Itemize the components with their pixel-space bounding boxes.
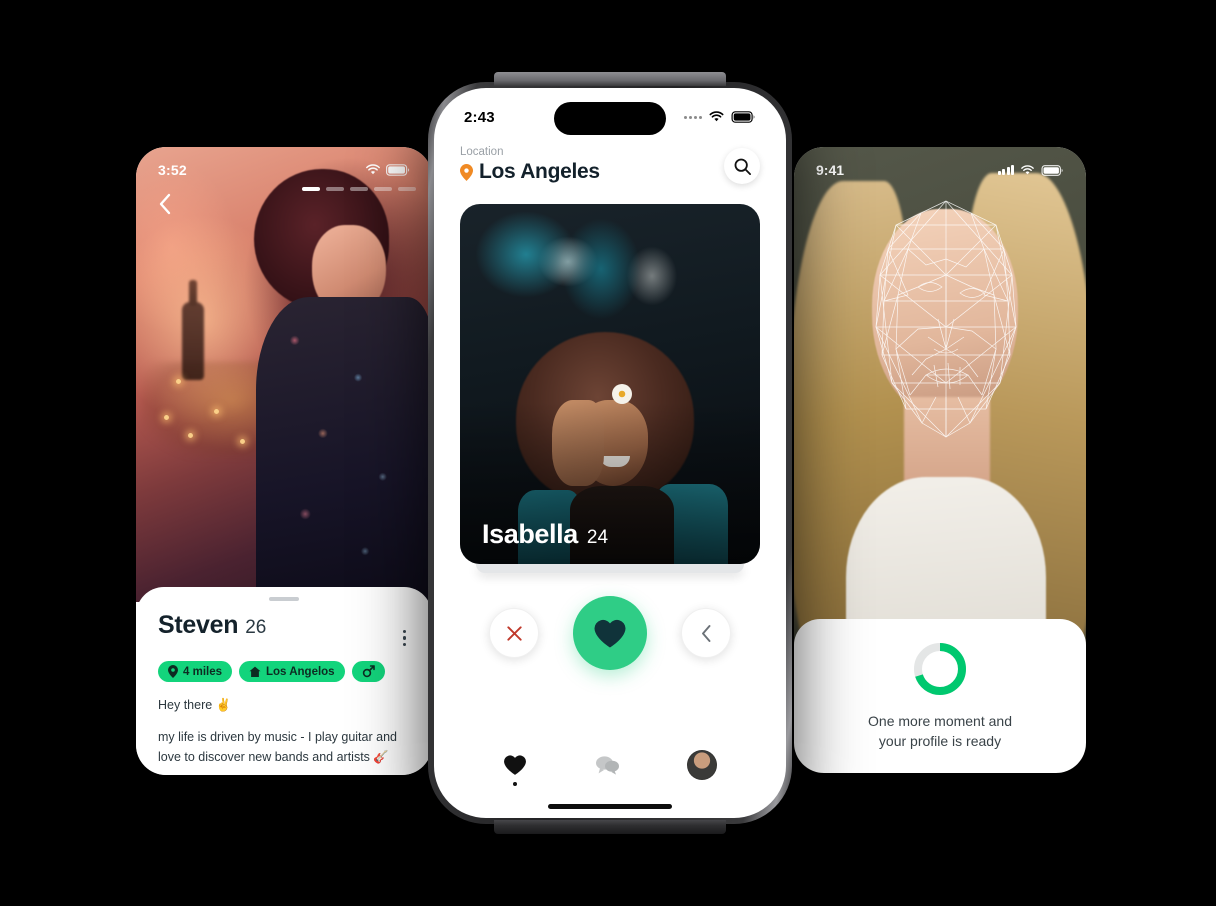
- wifi-icon: [366, 164, 380, 175]
- photo-subject-shirt: [256, 297, 432, 607]
- rewind-button[interactable]: [681, 608, 731, 658]
- segment-2[interactable]: [326, 187, 344, 191]
- photo-bokeh: [214, 409, 219, 414]
- left-profile-photo: [136, 147, 432, 607]
- battery-icon: [386, 164, 410, 176]
- kebab-dot: [402, 642, 406, 646]
- battery-icon: [731, 111, 755, 123]
- photo-gradient-overlay: [460, 204, 760, 564]
- card-stack-indicator: [476, 564, 744, 573]
- swipe-actions: [434, 596, 786, 670]
- home-indicator[interactable]: [548, 804, 672, 809]
- location-label: Location: [460, 146, 504, 158]
- wifi-icon: [1021, 164, 1034, 174]
- chat-bubbles-icon: [595, 756, 619, 775]
- pill-gender[interactable]: [351, 661, 385, 682]
- search-button[interactable]: [724, 148, 760, 184]
- reject-button[interactable]: [489, 608, 539, 658]
- active-tab-dot: [513, 782, 518, 786]
- status-time: 3:52: [158, 162, 187, 178]
- pill-distance-label: 4 miles: [183, 665, 222, 678]
- photo-bokeh: [176, 379, 181, 384]
- status-time: 2:43: [464, 108, 495, 126]
- profile-bio: Hey there ✌️ my life is driven by music …: [158, 696, 410, 767]
- photo-bokeh: [240, 439, 245, 444]
- pill-city[interactable]: Los Angelos: [239, 661, 345, 682]
- profile-age: 26: [245, 617, 267, 638]
- match-photo-card[interactable]: Isabella 24: [460, 204, 760, 564]
- loading-message: One more moment and your profile is read…: [868, 712, 1012, 752]
- profile-name-row: Steven 26: [158, 611, 410, 650]
- wifi-icon: [709, 111, 724, 122]
- loading-message-line-2: your profile is ready: [878, 733, 1002, 749]
- left-status-bar: 3:52: [136, 159, 432, 181]
- location-group[interactable]: Location Los Angeles: [460, 146, 600, 184]
- tab-messages[interactable]: [594, 754, 620, 786]
- tab-profile[interactable]: [686, 750, 717, 790]
- loading-message-line-1: One more moment and: [868, 713, 1012, 730]
- status-icons: [365, 164, 410, 176]
- match-name-row: Isabella 24: [482, 519, 608, 550]
- left-phone-screen: 3:52 Steven 26 4 miles Los Angelos Hey t…: [136, 147, 432, 775]
- pill-city-label: Los Angelos: [266, 665, 335, 678]
- segment-4[interactable]: [374, 187, 392, 191]
- location-value-row: Los Angeles: [460, 160, 600, 184]
- male-gender-icon: [362, 665, 375, 678]
- close-x-icon: [506, 625, 522, 641]
- bottom-tab-bar: [434, 750, 786, 790]
- heart-icon: [594, 619, 626, 647]
- chevron-left-icon: [159, 193, 171, 215]
- photo-bokeh: [188, 433, 193, 438]
- avatar-icon: [686, 750, 717, 780]
- inactive-tab-dot: [605, 782, 609, 786]
- progress-ring-icon: [914, 643, 966, 696]
- home-icon: [249, 666, 261, 677]
- pill-distance[interactable]: 4 miles: [158, 661, 232, 682]
- back-button[interactable]: [150, 189, 180, 219]
- profile-options-button[interactable]: [399, 626, 411, 651]
- segment-5[interactable]: [398, 187, 416, 191]
- kebab-dot: [402, 636, 406, 640]
- status-icons: [684, 111, 756, 123]
- right-status-bar: 9:41: [794, 159, 1086, 181]
- profile-attribute-pills: 4 miles Los Angelos: [158, 661, 410, 682]
- photo-progress-segments[interactable]: [302, 187, 416, 191]
- cellular-dots-icon: [684, 115, 702, 119]
- left-profile-card: Steven 26 4 miles Los Angelos Hey there …: [136, 587, 432, 775]
- profile-name-group: Steven 26: [158, 611, 266, 640]
- bio-description: my life is driven by music - I play guit…: [158, 730, 397, 764]
- center-phone-frame: 2:43 Location Los Angeles Isabella 24: [428, 82, 792, 824]
- segment-1[interactable]: [302, 187, 320, 191]
- drag-handle[interactable]: [269, 597, 299, 601]
- heart-icon: [504, 755, 527, 775]
- battery-icon: [1041, 164, 1063, 176]
- signal-bars-icon: [997, 165, 1014, 175]
- location-city: Los Angeles: [479, 160, 600, 183]
- profile-loading-card: One more moment and your profile is read…: [794, 619, 1086, 773]
- match-name: Isabella: [482, 519, 578, 549]
- profile-name: Steven: [158, 611, 239, 639]
- chevron-left-icon: [701, 624, 710, 642]
- mockup-stage: 3:52 Steven 26 4 miles Los Angelos Hey t…: [0, 0, 1216, 906]
- status-time: 9:41: [816, 162, 845, 178]
- dynamic-island: [554, 102, 666, 135]
- location-pin-icon: [168, 665, 178, 678]
- status-icons: [997, 164, 1065, 176]
- face-mesh-icon: [875, 200, 1017, 438]
- bio-greeting: Hey there ✌️: [158, 698, 232, 712]
- tab-discover[interactable]: [503, 754, 527, 786]
- search-icon: [734, 158, 751, 175]
- photo-bottle: [182, 280, 204, 380]
- location-header: Location Los Angeles: [434, 146, 786, 184]
- photo-bokeh: [164, 415, 169, 420]
- inactive-tab-dot: [700, 786, 704, 790]
- match-age: 24: [586, 527, 609, 548]
- like-button[interactable]: [573, 596, 647, 670]
- segment-3[interactable]: [350, 187, 368, 191]
- center-phone-screen: 2:43 Location Los Angeles Isabella 24: [434, 88, 786, 818]
- location-pin-icon: [460, 163, 473, 181]
- kebab-dot: [402, 629, 406, 633]
- right-phone-screen: 9:41 One more moment and your profile is…: [794, 147, 1086, 773]
